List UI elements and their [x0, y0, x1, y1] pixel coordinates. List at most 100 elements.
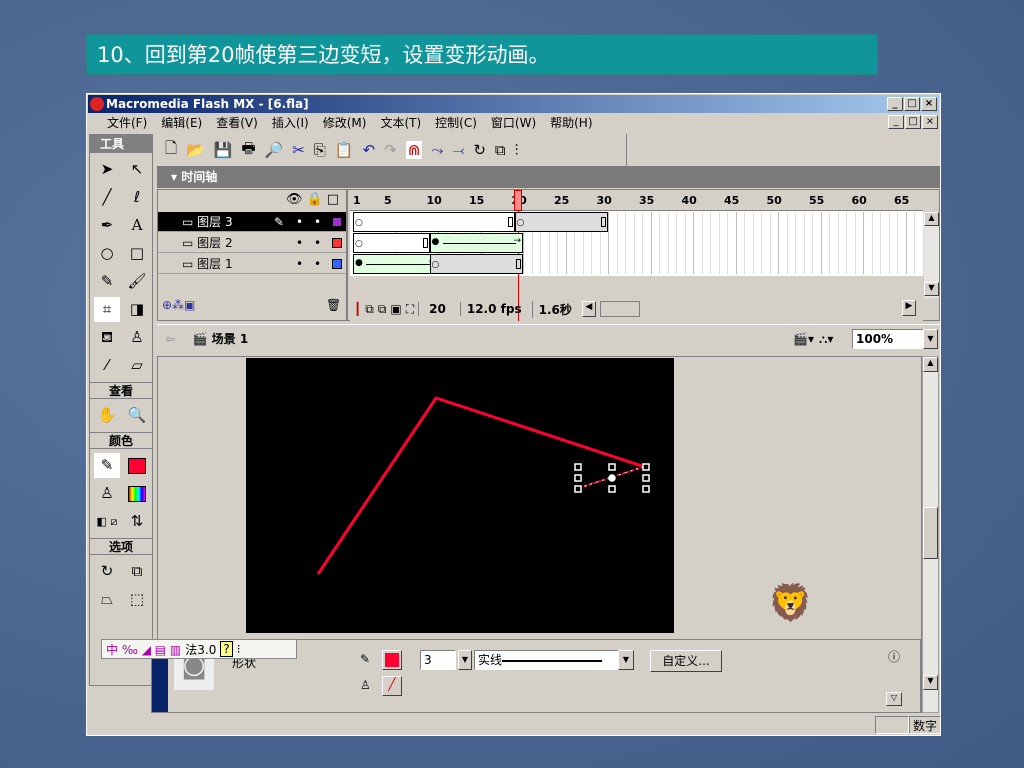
stroke-color-swatch[interactable]	[124, 453, 150, 478]
outline-icon[interactable]: □	[327, 192, 343, 207]
lock-dot[interactable]: •	[314, 212, 321, 232]
scroll-right-button[interactable]: ▶	[902, 300, 916, 316]
eyedropper-tool-icon[interactable]: ⁄	[94, 353, 120, 378]
onion-markers-icon[interactable]: ⛶	[406, 302, 414, 317]
snap-magnet-icon[interactable]: ⋒	[405, 141, 423, 159]
stroke-size-input[interactable]: 3	[420, 650, 456, 670]
onion-outline-icon[interactable]: ⧉	[378, 302, 387, 317]
visibility-dot[interactable]: •	[296, 254, 303, 274]
rotate-option-icon[interactable]: ↻	[94, 559, 120, 584]
oval-tool-icon[interactable]: ○	[94, 241, 120, 266]
free-transform-tool-icon[interactable]: ⌗	[94, 297, 120, 322]
swap-colors-icon[interactable]: ⇅	[124, 509, 150, 534]
horizontal-scrollbar-thumb[interactable]	[599, 301, 640, 317]
zoom-dropdown-button[interactable]: ▼	[923, 329, 938, 349]
envelope-option-icon[interactable]: ⬚	[124, 587, 150, 612]
ime-icons[interactable]: 中 ‰ ◢ ▤ ▥	[106, 641, 181, 658]
hand-tool-icon[interactable]: ✋	[94, 403, 120, 428]
eraser-tool-icon[interactable]: ▱	[124, 353, 150, 378]
pen-tool-icon[interactable]: ✒	[94, 213, 120, 238]
rectangle-tool-icon[interactable]: □	[124, 241, 150, 266]
frame-ruler[interactable]: 15101520253035404550556065	[350, 190, 923, 211]
lasso-tool-icon[interactable]: ℓ	[124, 185, 150, 210]
stroke-size-dropdown[interactable]: ▼	[458, 650, 472, 670]
arrow-tool-icon[interactable]: ➤	[94, 157, 120, 182]
lock-dot[interactable]: •	[314, 254, 321, 274]
align-icon[interactable]: ⫶	[515, 141, 519, 159]
menu-modify[interactable]: 修改(M)	[323, 114, 367, 132]
subselect-tool-icon[interactable]: ↖	[124, 157, 150, 182]
new-file-icon[interactable]: 🗋	[165, 138, 177, 163]
ime-menu-icon[interactable]: ⁝	[237, 642, 241, 656]
redo-icon[interactable]: ↷	[384, 141, 397, 159]
timeline-vscroll[interactable]: ▲ ▼	[924, 212, 939, 298]
timeline-header[interactable]: ▾ 时间轴	[157, 166, 940, 188]
center-frame-icon[interactable]: ┃	[354, 302, 361, 316]
menu-file[interactable]: 文件(F)	[107, 114, 147, 132]
default-colors-icon[interactable]: ◧ ⧄	[94, 509, 120, 534]
layer-row[interactable]: ▭ 图层 1 • •	[158, 254, 346, 274]
rotate-icon[interactable]: ↻	[473, 141, 486, 159]
shape-tween-span[interactable]: ●→	[353, 254, 438, 274]
ime-toolbar[interactable]: 中 ‰ ◢ ▤ ▥ 法3.0 ? ⁝	[101, 639, 297, 659]
scale-option-icon[interactable]: ⧉	[124, 559, 150, 584]
pencil-tool-icon[interactable]: ✎	[94, 269, 120, 294]
stage-vscroll[interactable]: ▲ ▼	[922, 356, 939, 713]
stage-scroll-thumb[interactable]	[923, 507, 938, 559]
collapse-panel-button[interactable]: ▽	[886, 692, 902, 706]
scroll-up-button[interactable]: ▲	[924, 212, 939, 226]
straighten-icon[interactable]: ⤙	[452, 141, 464, 159]
shape-tween-span[interactable]: ●→	[429, 233, 523, 253]
visibility-dot[interactable]: •	[296, 233, 303, 253]
red-line-shape[interactable]	[316, 396, 643, 575]
trash-icon[interactable]: 🗑	[326, 298, 341, 312]
edit-symbol-icon[interactable]: ⛬▾	[819, 325, 833, 353]
eye-icon[interactable]: 👁	[286, 192, 307, 207]
menu-help[interactable]: 帮助(H)	[550, 114, 592, 132]
doc-close-button[interactable]: ×	[922, 115, 938, 129]
edit-scene-icon[interactable]: 🎬▾	[793, 325, 814, 353]
stroke-color-button[interactable]	[382, 650, 402, 670]
stage-scroll-down[interactable]: ▼	[923, 675, 938, 690]
custom-stroke-button[interactable]: 自定义...	[650, 650, 722, 672]
keyframe-span[interactable]: ○	[353, 233, 430, 253]
stroke-style-dropdown[interactable]: ▼	[618, 650, 634, 670]
ink-bottle-tool-icon[interactable]: ⛾	[94, 325, 120, 350]
menu-window[interactable]: 窗口(W)	[491, 114, 536, 132]
minimize-button[interactable]: _	[887, 97, 903, 111]
stroke-style-select[interactable]: 实线	[474, 650, 634, 670]
menu-control[interactable]: 控制(C)	[435, 114, 477, 132]
fill-color-none-button[interactable]: ╱	[382, 676, 402, 696]
ime-help-icon[interactable]: ?	[220, 641, 233, 657]
paint-bucket-tool-icon[interactable]: ♙	[124, 325, 150, 350]
save-icon[interactable]: 💾	[214, 141, 233, 159]
onion-skin-icon[interactable]: ⧉	[365, 302, 374, 317]
close-button[interactable]: ×	[921, 97, 937, 111]
menu-edit[interactable]: 编辑(E)	[161, 114, 202, 132]
paste-icon[interactable]: 📋	[335, 141, 354, 159]
stage[interactable]	[246, 358, 674, 633]
keyframe-span[interactable]: ○	[429, 254, 523, 274]
lock-dot[interactable]: •	[314, 233, 321, 253]
scroll-down-button[interactable]: ▼	[924, 282, 939, 296]
playhead[interactable]	[513, 190, 522, 211]
stage-drawing[interactable]	[246, 358, 674, 633]
edit-multiple-frames-icon[interactable]: ▣	[390, 302, 401, 316]
menu-text[interactable]: 文本(T)	[380, 114, 421, 132]
text-tool-icon[interactable]: A	[124, 213, 150, 238]
distort-option-icon[interactable]: ⏢	[94, 587, 120, 612]
doc-minimize-button[interactable]: _	[888, 115, 904, 129]
fill-color-swatch[interactable]	[124, 481, 150, 506]
zoom-tool-icon[interactable]: 🔍	[124, 403, 150, 428]
scale-icon[interactable]: ⧉	[495, 141, 506, 159]
keyframe-span[interactable]: ○	[514, 212, 608, 232]
zoom-select[interactable]: 100%	[852, 329, 924, 349]
lock-icon[interactable]: 🔒	[307, 192, 327, 207]
back-arrow-icon[interactable]: ⇦	[165, 332, 175, 346]
keyframe-span[interactable]: ○	[353, 212, 515, 232]
frame-grid[interactable]: 15101520253035404550556065 ┃ ⧉⧉▣⛶ 20 12.…	[350, 190, 924, 321]
brush-tool-icon[interactable]: 🖌	[124, 269, 150, 294]
layer-outline-color[interactable]	[332, 238, 342, 248]
layer-row[interactable]: ▭ 图层 2 • •	[158, 233, 346, 253]
smooth-icon[interactable]: ⤳	[431, 141, 443, 159]
